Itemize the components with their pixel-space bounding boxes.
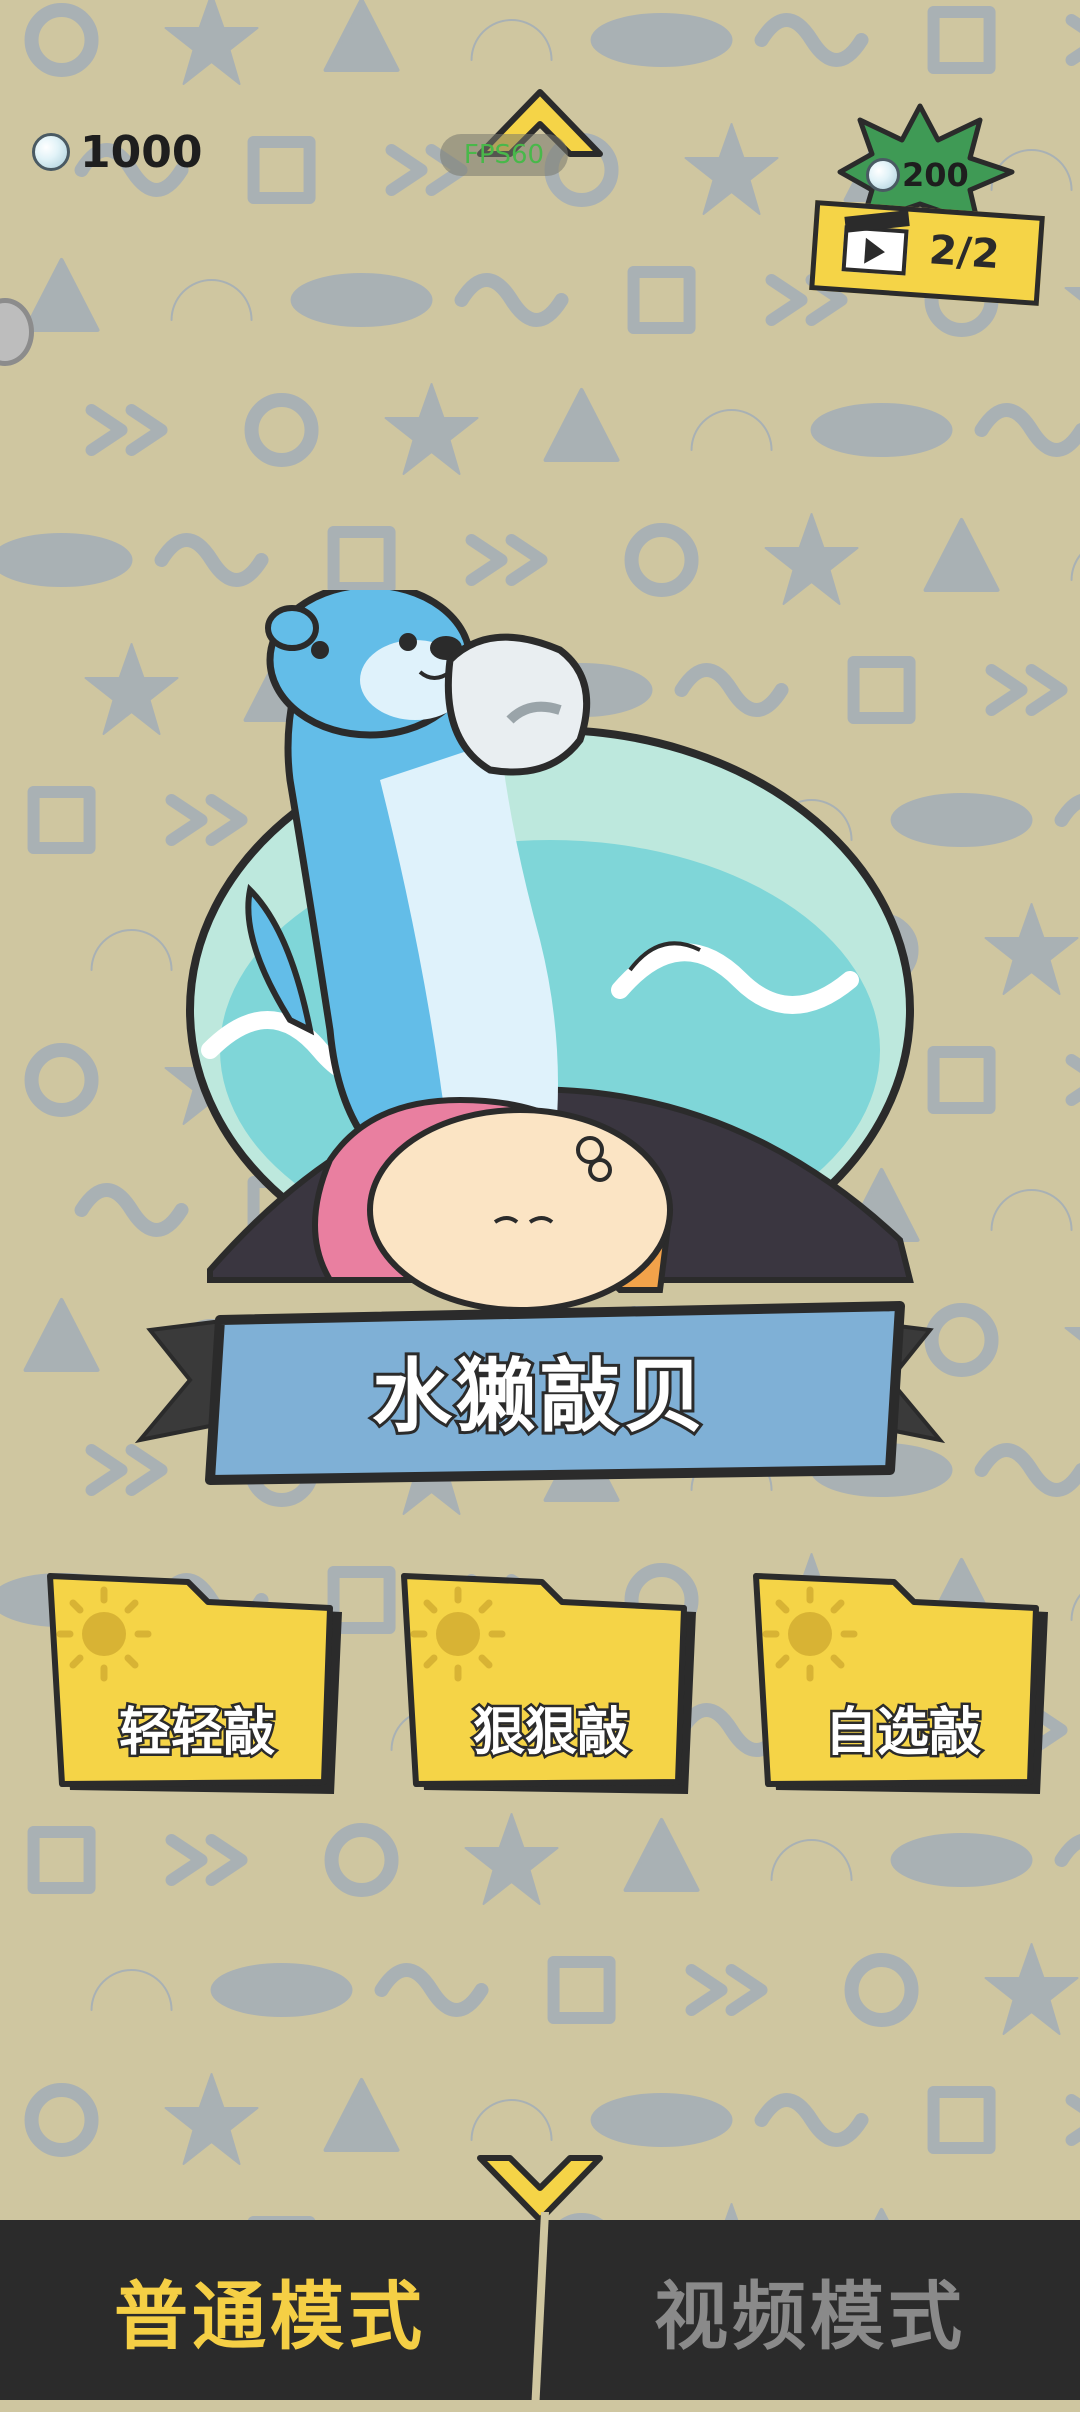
folder-icon (753, 1573, 1048, 1794)
pearl-counter: 1000 (32, 122, 202, 182)
otter-character-illustration (186, 590, 914, 1313)
mode-light-tap-button[interactable]: 轻轻敲 (42, 1572, 352, 1802)
game-title: 水獭敲贝 (369, 1347, 708, 1446)
watch-video-button[interactable]: 2/2 (809, 200, 1045, 306)
sun-icon (762, 1586, 858, 1682)
fps-counter: FPS60 (440, 134, 568, 176)
sun-icon (56, 1586, 152, 1682)
sun-icon (410, 1586, 506, 1682)
reward-amount: 200 (902, 156, 969, 194)
folder-icon (47, 1573, 342, 1794)
video-clapper-icon (841, 210, 910, 276)
mode-custom-tap-button[interactable]: 自选敲 (748, 1572, 1058, 1802)
tab-divider (531, 2212, 549, 2412)
tab-normal-mode[interactable]: 普通模式 (0, 2220, 540, 2400)
video-uses-count: 2/2 (927, 227, 1001, 278)
tab-video-mode[interactable]: 视频模式 (540, 2220, 1080, 2400)
mode-hard-tap-button[interactable]: 狠狠敲 (396, 1572, 706, 1802)
pearl-count: 1000 (80, 126, 203, 178)
mode-label: 自选敲 (822, 1701, 983, 1766)
mode-label: 轻轻敲 (116, 1701, 277, 1766)
folder-icon (401, 1573, 696, 1794)
pearl-icon (32, 133, 70, 171)
pearl-icon (866, 158, 900, 192)
mode-label: 狠狠敲 (470, 1701, 631, 1766)
